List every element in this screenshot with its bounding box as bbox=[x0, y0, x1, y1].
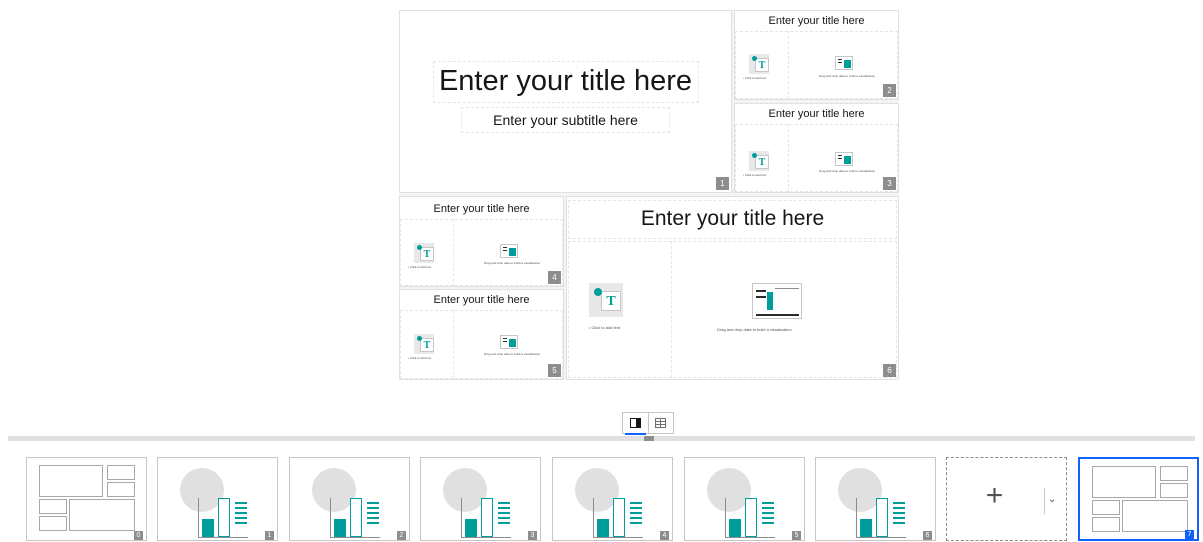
add-dot-icon bbox=[752, 56, 757, 61]
single-view-button[interactable] bbox=[623, 413, 649, 435]
text-tile[interactable]: T • Click to add text bbox=[589, 283, 651, 333]
panel-6-title[interactable]: Enter your title here bbox=[567, 207, 898, 231]
visualization-icon bbox=[500, 335, 518, 349]
thumb-number: 7 bbox=[1185, 530, 1194, 539]
thumb-number: 4 bbox=[660, 531, 669, 540]
text-icon: T bbox=[601, 291, 621, 311]
viz-caption: Drag and drop data to build a visualizat… bbox=[819, 74, 876, 78]
plus-icon[interactable]: + bbox=[947, 476, 1042, 516]
add-dot-icon bbox=[594, 288, 602, 296]
add-dot-icon bbox=[752, 153, 757, 158]
panel-2[interactable]: Enter your title here T • Click to add t… bbox=[734, 10, 899, 100]
panel-number-badge: 3 bbox=[883, 177, 896, 190]
text-tile[interactable]: T • Click to add text bbox=[743, 149, 775, 179]
text-icon: T bbox=[420, 338, 434, 352]
grid-view-icon bbox=[655, 418, 667, 428]
viz-caption: Drag and drop data to build a visualizat… bbox=[819, 169, 876, 173]
visualization-icon bbox=[835, 56, 853, 70]
text-icon: T bbox=[420, 247, 434, 261]
text-icon: T bbox=[755, 58, 769, 72]
visualization-icon bbox=[752, 283, 802, 319]
template-thumb-6[interactable]: 6 bbox=[815, 457, 936, 541]
text-caption: • Click to add text bbox=[589, 325, 620, 330]
add-template-button[interactable]: + ⌄ bbox=[946, 457, 1067, 541]
template-thumb-5[interactable]: 5 bbox=[684, 457, 805, 541]
viz-caption: Drag and drop data to build a visualizat… bbox=[484, 261, 541, 265]
panel-4[interactable]: Enter your title here T • Click to add t… bbox=[399, 196, 564, 287]
view-toggle bbox=[622, 412, 674, 435]
viz-caption: Drag and drop data to build a visualizat… bbox=[717, 327, 792, 332]
thumb-number: 1 bbox=[265, 531, 274, 540]
panel-divider[interactable] bbox=[8, 436, 1195, 441]
template-thumb-7[interactable]: 7 bbox=[1078, 457, 1199, 541]
panel-1-subtitle[interactable]: Enter your subtitle here bbox=[400, 112, 731, 128]
panel-number-badge: 1 bbox=[716, 177, 729, 190]
text-tile[interactable]: T • Click to add text bbox=[408, 241, 440, 271]
panel-4-title[interactable]: Enter your title here bbox=[400, 203, 563, 215]
template-thumb-0[interactable]: 0 bbox=[26, 457, 147, 541]
visualization-icon bbox=[500, 244, 518, 258]
template-thumb-4[interactable]: 4 bbox=[552, 457, 673, 541]
text-caption: • Click to add text bbox=[408, 356, 432, 360]
thumb-number: 0 bbox=[134, 531, 143, 540]
panel-5[interactable]: Enter your title here T • Click to add t… bbox=[399, 289, 564, 380]
text-icon: T bbox=[755, 155, 769, 169]
text-caption: • Click to add text bbox=[743, 173, 767, 177]
panel-number-badge: 2 bbox=[883, 84, 896, 97]
viz-caption: Drag and drop data to build a visualizat… bbox=[484, 352, 541, 356]
single-view-icon bbox=[629, 418, 641, 428]
text-tile[interactable]: T • Click to add text bbox=[408, 332, 440, 362]
text-caption: • Click to add text bbox=[408, 265, 432, 269]
add-dot-icon bbox=[417, 245, 422, 250]
visualization-icon bbox=[835, 152, 853, 166]
template-thumb-3[interactable]: 3 bbox=[420, 457, 541, 541]
panel-1[interactable]: Enter your title here Enter your subtitl… bbox=[399, 10, 732, 193]
chevron-down-icon[interactable]: ⌄ bbox=[1048, 494, 1056, 505]
thumb-number: 5 bbox=[792, 531, 801, 540]
panel-5-title[interactable]: Enter your title here bbox=[400, 294, 563, 306]
panel-3[interactable]: Enter your title here T • Click to add t… bbox=[734, 103, 899, 193]
thumb-number: 3 bbox=[528, 531, 537, 540]
panel-number-badge: 6 bbox=[883, 364, 896, 377]
divider-drag-handle[interactable] bbox=[644, 436, 654, 441]
panel-number-badge: 5 bbox=[548, 364, 561, 377]
panel-2-title[interactable]: Enter your title here bbox=[735, 15, 898, 27]
panel-3-title[interactable]: Enter your title here bbox=[735, 108, 898, 120]
text-tile[interactable]: T • Click to add text bbox=[743, 52, 775, 82]
add-dot-icon bbox=[417, 336, 422, 341]
thumb-number: 6 bbox=[923, 531, 932, 540]
template-thumb-2[interactable]: 2 bbox=[289, 457, 410, 541]
panel-1-title[interactable]: Enter your title here bbox=[400, 65, 731, 98]
panel-number-badge: 4 bbox=[548, 271, 561, 284]
template-thumb-1[interactable]: 1 bbox=[157, 457, 278, 541]
panel-6[interactable]: Enter your title here T • Click to add t… bbox=[566, 196, 899, 380]
grid-view-button[interactable] bbox=[649, 413, 674, 433]
text-caption: • Click to add text bbox=[743, 76, 767, 80]
thumb-number: 2 bbox=[397, 531, 406, 540]
dashboard-canvas: Enter your title here Enter your subtitl… bbox=[399, 10, 899, 380]
separator bbox=[1044, 488, 1045, 514]
